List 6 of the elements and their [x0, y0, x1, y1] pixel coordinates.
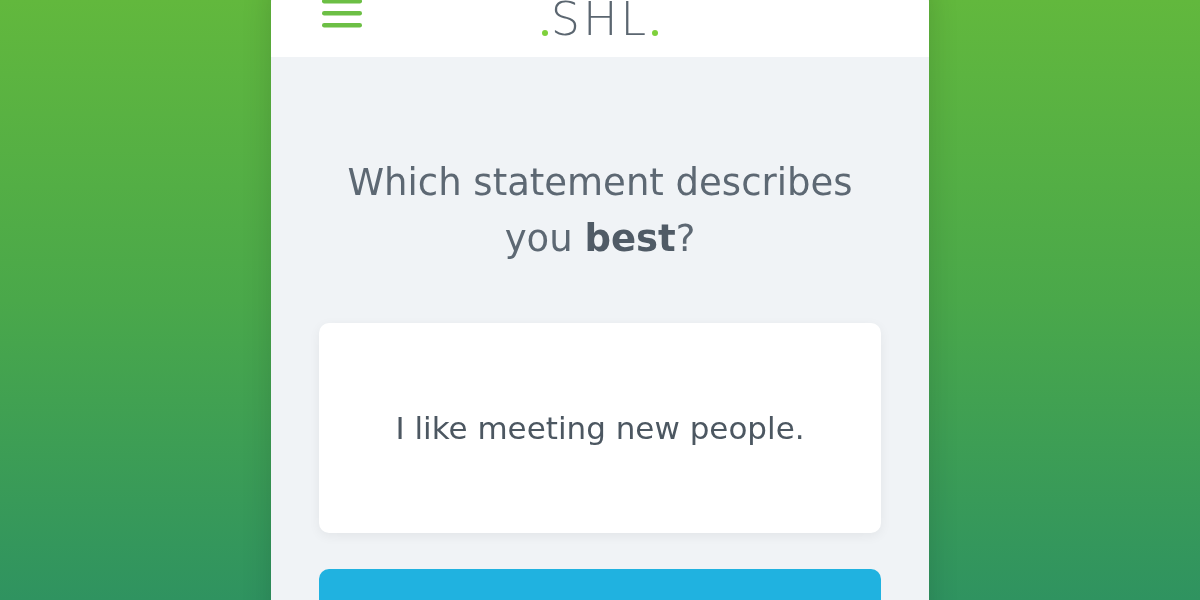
statement-card[interactable]: I like meeting new people. [319, 323, 881, 533]
logo-dot-icon [652, 30, 659, 36]
question-text: Which statement describes you best? [346, 160, 854, 262]
menu-icon[interactable] [322, 0, 362, 30]
logo: SHL [550, 0, 650, 40]
logo-dot-icon [541, 30, 548, 36]
